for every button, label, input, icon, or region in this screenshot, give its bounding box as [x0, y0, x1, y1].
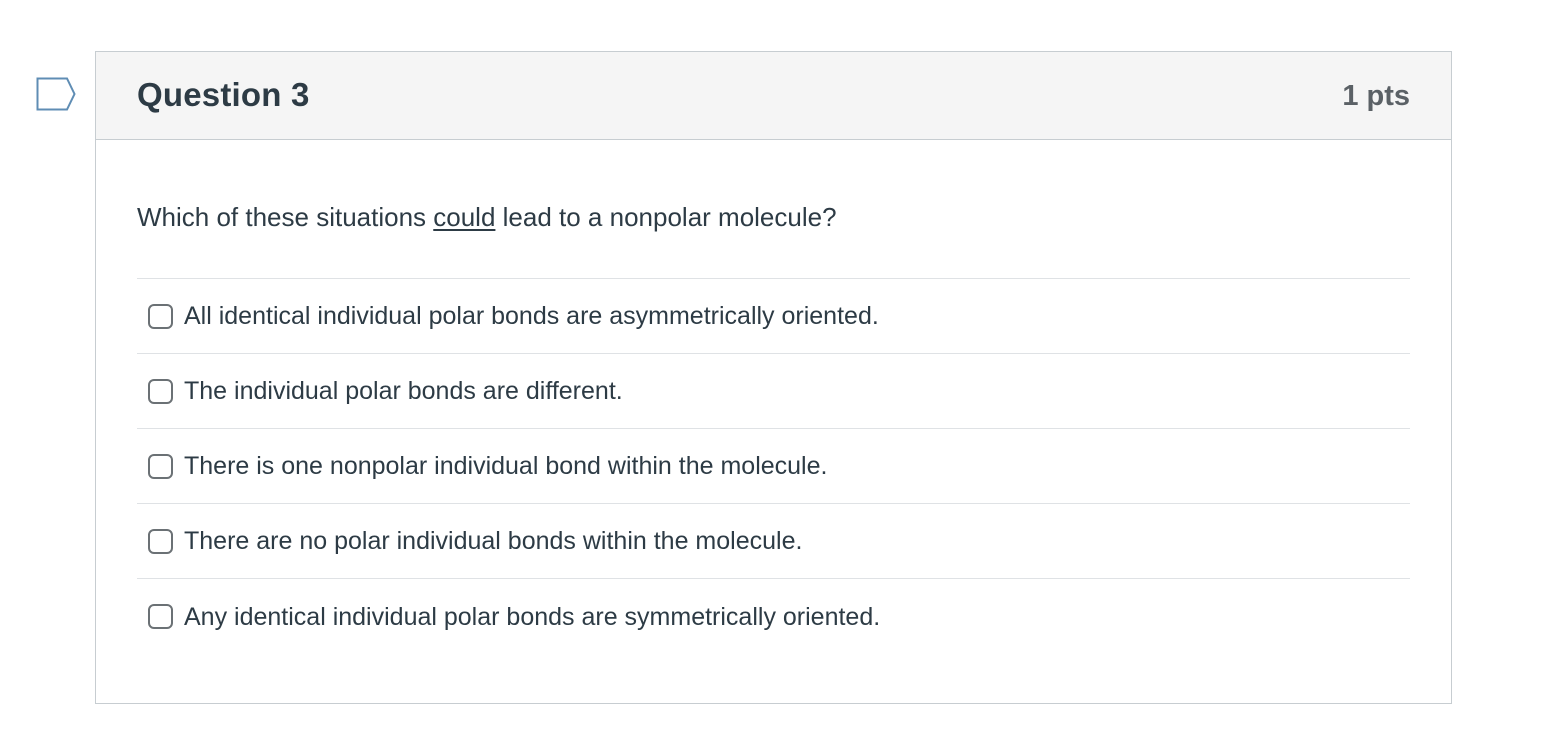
- answer-checkbox[interactable]: [148, 303, 173, 329]
- flag-question-button[interactable]: [36, 77, 76, 111]
- answer-option[interactable]: There is one nonpolar individual bond wi…: [137, 429, 1410, 504]
- answer-option[interactable]: The individual polar bonds are different…: [137, 354, 1410, 429]
- answer-option[interactable]: Any identical individual polar bonds are…: [137, 579, 1410, 654]
- answer-label: Any identical individual polar bonds are…: [184, 602, 881, 631]
- question-text-start: Which of these situations: [137, 202, 434, 232]
- question-body: Which of these situations could lead to …: [137, 140, 1410, 654]
- answer-checkbox[interactable]: [148, 453, 173, 479]
- answer-checkbox[interactable]: [148, 528, 173, 554]
- question-text: Which of these situations could lead to …: [137, 200, 1410, 234]
- answer-checkbox[interactable]: [148, 378, 173, 404]
- answer-option[interactable]: All identical individual polar bonds are…: [137, 279, 1410, 354]
- answer-checkbox[interactable]: [148, 604, 173, 629]
- question-header: Question 3 1 pts: [96, 52, 1451, 140]
- question-card: Question 3 1 pts Which of these situatio…: [95, 51, 1452, 704]
- question-text-end: lead to a nonpolar molecule?: [495, 202, 837, 232]
- answer-label: All identical individual polar bonds are…: [184, 302, 879, 330]
- answer-label: The individual polar bonds are different…: [184, 377, 623, 405]
- answer-label: There are no polar individual bonds with…: [184, 527, 803, 555]
- answer-option[interactable]: There are no polar individual bonds with…: [137, 504, 1410, 579]
- question-title: Question 3: [137, 76, 310, 113]
- answer-list: All identical individual polar bonds are…: [137, 278, 1410, 654]
- flag-outline-icon: [36, 77, 76, 111]
- question-text-emphasis: could: [433, 202, 496, 232]
- answer-label: There is one nonpolar individual bond wi…: [184, 452, 828, 480]
- question-points: 1 pts: [1342, 80, 1410, 112]
